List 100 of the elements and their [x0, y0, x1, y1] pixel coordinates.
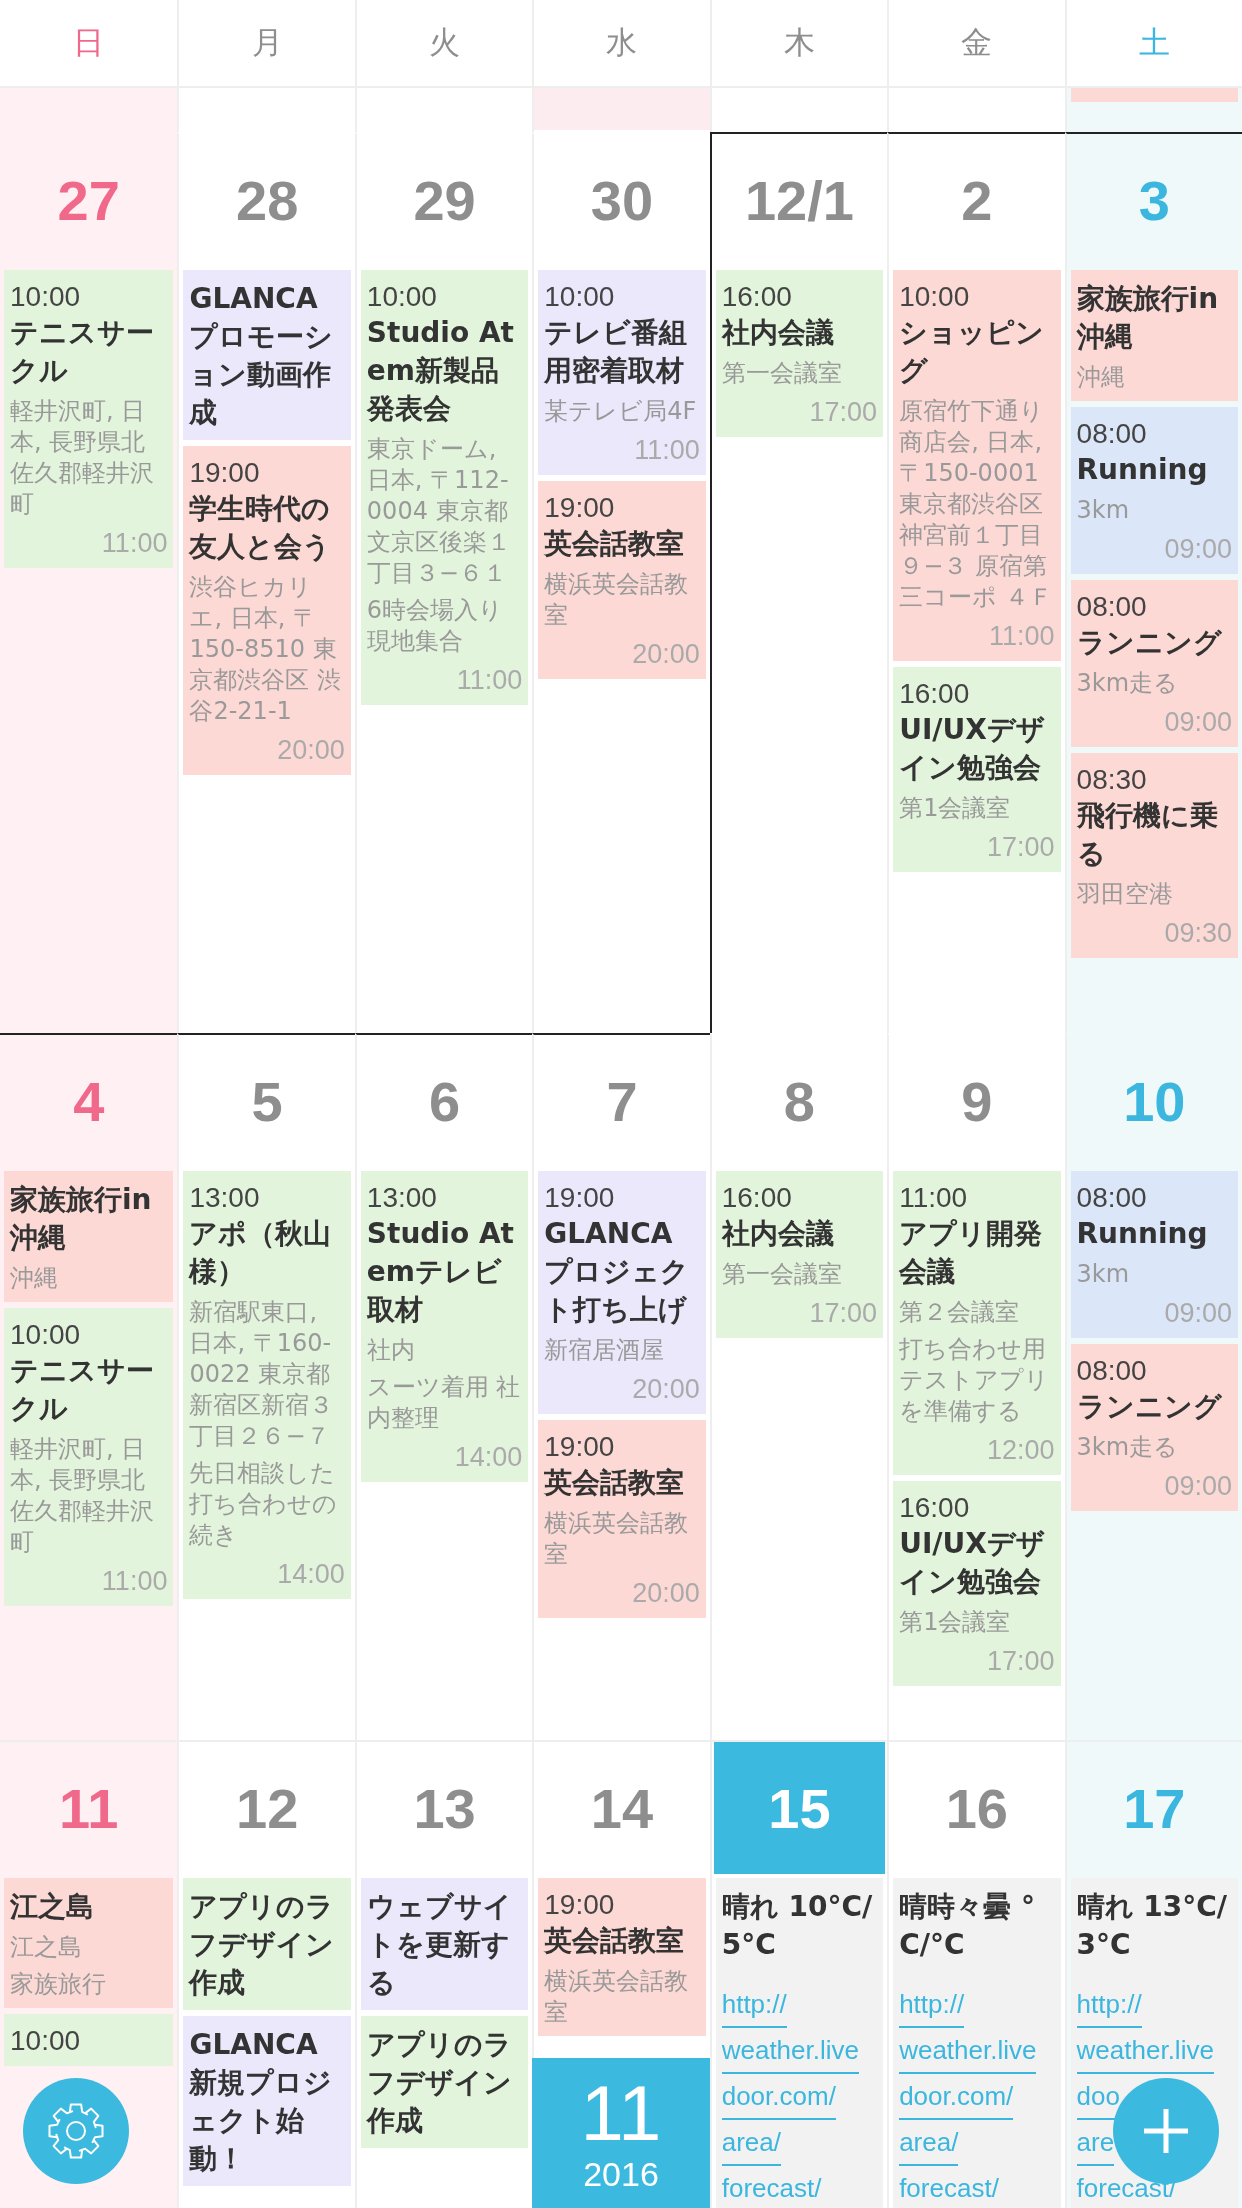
year-label: 2016 [583, 2154, 659, 2194]
event-title: 学生時代の友人と会う [189, 491, 333, 565]
month-number: 11 [580, 2072, 662, 2154]
event-end-time: 11:00 [988, 620, 1055, 653]
event-end-time: 11:00 [455, 664, 523, 697]
event-title: 家族旅行in沖縄 [10, 1182, 153, 1256]
event-card[interactable]: 江之島 江之島 家族旅行 [4, 1878, 174, 2008]
event-detail: 沖縄 [10, 1263, 59, 1294]
event-start-time: 16:00 [721, 1181, 793, 1215]
event-title: ランニング [1076, 625, 1223, 661]
event-card[interactable]: 08:00 ランニング 3km走る 09:00 [1070, 580, 1238, 747]
weekday-label: 金 [961, 23, 993, 62]
event-card[interactable]: 19:00 英会話教室 横浜英会話教室 20:00 [538, 481, 706, 679]
event-card[interactable]: 10:00 テレビ番組用密着取材 某テレビ局4F 11:00 [538, 270, 706, 475]
event-detail: 6時会場入り現地集合 [366, 595, 505, 657]
event-detail: 江之島 [10, 1932, 83, 1963]
event-detail: 軽井沢町, 日本, 長野県北佐久郡軽井沢町 [10, 396, 155, 520]
event-title: 家族旅行in沖縄 [1076, 281, 1220, 355]
event-card[interactable]: 10:00 テニスサークル 軽井沢町, 日本, 長野県北佐久郡軽井沢町 11:00 [4, 1308, 174, 1606]
event-start-time: 10:00 [366, 280, 438, 314]
event-title: 英会話教室 [544, 1923, 686, 1959]
event-card[interactable]: 10:00 Studio Atem新製品発表会 東京ドーム, 日本, 〒112-0004 東京都文京区後楽１丁目３−６１ 6時会場入り現地集合 11:00 [360, 270, 529, 705]
settings-icon [46, 2101, 106, 2161]
event-detail: 某テレビ局4F [544, 396, 698, 427]
event-card[interactable]: 13:00 アポ（秋山様） 新宿駅東口, 日本, 〒160-0022 東京都新宿区新宿３丁目２６−７ 先日相談した打ち合わせの続き 14:00 [183, 1171, 351, 1599]
event-title: ウェブサイトを更新する [366, 1889, 513, 2001]
event-title: GLANCAプロジェクト打ち上げ [544, 1216, 691, 1328]
event-detail: 沖縄 [1076, 362, 1126, 393]
event-card[interactable]: GLANCAプロモーション動画作成 [183, 270, 351, 440]
event-end-time: 11:00 [633, 434, 700, 467]
event-title: アプリのラフデザイン作成 [189, 1889, 336, 2001]
event-card[interactable]: 16:00 UI/UXデザイン勉強会 第1会議室 17:00 [893, 1481, 1061, 1686]
weather-card[interactable]: 晴れ 10°C/5°C http:// weather.live door.com/ area/ forecast/ [715, 1878, 884, 2208]
event-title: GLANCAプロモーション動画作成 [189, 281, 335, 431]
event-title: アポ（秋山様） [189, 1216, 333, 1290]
event-card[interactable]: 10:00 ショッピング 原宿竹下通り商店会, 日本, 〒150-0001 東京都渋谷区神宮前１丁目９−３ 原宿第三コーポ ４Ｆ 11:00 [893, 270, 1061, 661]
event-end-time: 14:00 [453, 1441, 523, 1474]
event-title: 英会話教室 [544, 526, 686, 562]
event-card[interactable]: GLANCA新規プロジェクト始動！ [183, 2016, 351, 2186]
event-end-time: 20:00 [631, 1373, 700, 1406]
event-card[interactable]: 13:00 Studio Atemテレビ取材 社内 スーツ着用 社内整理 14:00 [360, 1171, 529, 1482]
event-detail: 3km走る [1076, 668, 1180, 699]
event-card[interactable]: 10:00 [4, 2014, 174, 2066]
event-card[interactable]: ウェブサイトを更新する [360, 1878, 529, 2010]
event-end-time: 09:00 [1163, 1297, 1232, 1330]
weekday-label: 土 [1138, 23, 1170, 62]
event-card[interactable]: 08:00 ランニング 3km走る 09:00 [1070, 1344, 1238, 1511]
event-detail: スーツ着用 社内整理 [366, 1372, 522, 1434]
event-card[interactable]: 10:00 テニスサークル 軽井沢町, 日本, 長野県北佐久郡軽井沢町 11:00 [4, 270, 174, 568]
event-card[interactable]: 家族旅行in沖縄 沖縄 [1070, 270, 1238, 401]
event-card[interactable]: アプリのラフデザイン作成 [183, 1878, 351, 2010]
event-title: ランニング [1076, 1389, 1223, 1425]
event-title: 社内会議 [721, 315, 835, 351]
event-end-time: 17:00 [986, 831, 1055, 864]
event-card[interactable]: 16:00 社内会議 第一会議室 17:00 [715, 1171, 884, 1338]
event-title: ショッピング [899, 315, 1046, 389]
event-card[interactable]: 19:00 学生時代の友人と会う 渋谷ヒカリエ, 日本, 〒150-8510 東京都渋谷区 渋谷2-21-1 20:00 [183, 446, 351, 775]
event-start-time: 11:00 [899, 1181, 969, 1215]
weather-summary: 晴れ 10°C/5°C [721, 1889, 874, 1963]
event-card[interactable]: 19:00 GLANCAプロジェクト打ち上げ 新宿居酒屋 20:00 [538, 1171, 706, 1414]
event-card[interactable]: 11:00 アプリ開発会議 第２会議室 打ち合わせ用テストアプリを準備する 12:00 [893, 1171, 1061, 1475]
event-detail: 新宿居酒屋 [544, 1335, 666, 1366]
weather-summary: 晴れ 13°C/3°C [1076, 1889, 1229, 1963]
event-title: UI/UXデザイン勉強会 [899, 1526, 1046, 1600]
event-end-time: 17:00 [808, 1297, 878, 1330]
event-card[interactable]: 08:30 飛行機に乗る 羽田空港 09:30 [1070, 753, 1238, 958]
event-start-time: 13:00 [366, 1181, 438, 1215]
event-start-time: 16:00 [721, 280, 793, 314]
event-title: Studio Atem新製品発表会 [366, 315, 515, 427]
event-card[interactable]: 家族旅行in沖縄 沖縄 [4, 1171, 174, 1302]
event-start-time: 08:30 [1076, 763, 1148, 797]
event-card[interactable]: 08:00 Running 3km 09:00 [1070, 1171, 1238, 1338]
event-card[interactable]: アプリのラフデザイン作成 [360, 2016, 529, 2148]
event-detail: 原宿竹下通り商店会, 日本, 〒150-0001 東京都渋谷区神宮前１丁目９−３ 原宿第三コーポ ４Ｆ [899, 396, 1054, 613]
event-detail: 横浜英会話教室 [544, 1966, 690, 2028]
event-title: Studio Atemテレビ取材 [366, 1216, 515, 1328]
event-card[interactable]: 16:00 UI/UXデザイン勉強会 第1会議室 17:00 [893, 667, 1061, 872]
event-detail: 家族旅行 [10, 1969, 107, 2000]
event-end-time: 12:00 [986, 1434, 1055, 1467]
event-detail: 横浜英会話教室 [544, 569, 690, 631]
event-title: 飛行機に乗る [1076, 798, 1219, 872]
weekday-label: 月 [251, 23, 283, 62]
event-detail: 第1会議室 [899, 793, 1012, 824]
event-detail: 新宿駅東口, 日本, 〒160-0022 東京都新宿区新宿３丁目２６−７ [189, 1297, 335, 1452]
weekday-label: 水 [606, 23, 638, 62]
event-detail: 第一会議室 [721, 358, 843, 389]
event-title: 英会話教室 [544, 1465, 686, 1501]
event-end-time: 09:00 [1163, 706, 1232, 739]
weekday-label: 木 [783, 23, 815, 62]
event-card[interactable]: 19:00 英会話教室 横浜英会話教室 [538, 1878, 706, 2036]
event-card[interactable]: 16:00 社内会議 第一会議室 17:00 [715, 270, 884, 437]
event-title: テニスサークル [10, 1353, 155, 1427]
weather-card[interactable]: 晴時々曇 °C/°C http:// weather.live door.com/ area/ forecast/ [893, 1878, 1061, 2208]
event-end-time: 11:00 [100, 527, 168, 560]
event-card[interactable]: 19:00 英会話教室 横浜英会話教室 20:00 [538, 1420, 706, 1618]
event-end-time: 09:30 [1163, 917, 1232, 950]
event-end-time: 09:00 [1163, 1470, 1232, 1503]
event-card[interactable]: 08:00 Running 3km 09:00 [1070, 407, 1238, 574]
event-end-time: 11:00 [100, 1565, 168, 1598]
event-title: アプリのラフデザイン作成 [366, 2027, 513, 2139]
